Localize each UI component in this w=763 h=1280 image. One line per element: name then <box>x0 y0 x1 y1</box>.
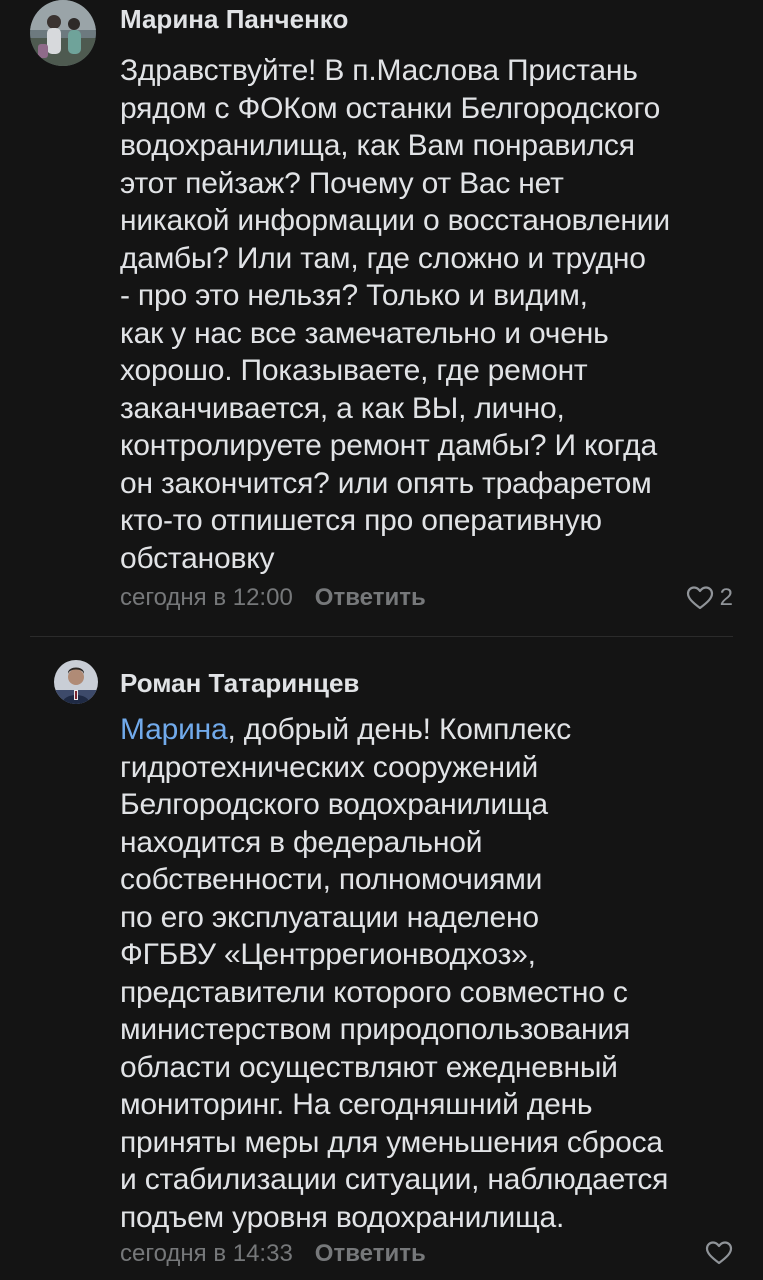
comment-text-line: он закончится? или опять трафаретом <box>120 466 652 500</box>
comment-text-line: Белгородского водохранилища <box>120 788 548 821</box>
comment-text-line: и стабилизации ситуации, наблюдается <box>120 1163 669 1196</box>
comment-text-line: собственности, полномочиями <box>120 863 543 896</box>
like-button[interactable]: 2 <box>686 584 733 612</box>
comment-text-line: хорошо. Показываете, где ремонт <box>120 354 588 387</box>
comment-text-line: ФГБВУ «Центррегионводхоз», <box>120 938 536 971</box>
comment-text: Марина, добрый день! Комплекс гидротехни… <box>120 711 750 1236</box>
comment-text-line: по его эксплуатации наделено <box>120 900 539 934</box>
comment-text-line: рядом с ФОКом останки Белгородского <box>120 91 661 125</box>
comment-text-line: находится в федеральной <box>120 825 483 859</box>
comment-text-line: заканчивается, а как ВЫ, лично, <box>120 391 565 425</box>
comment-author[interactable]: Марина Панченко <box>120 4 348 35</box>
comment: Марина Панченко Здравствуйте! В п.Маслов… <box>0 0 763 636</box>
avatar-photo-icon <box>54 660 98 704</box>
comment-text-line: гидротехнических сооружений <box>120 750 539 784</box>
comment-text-line: Марина, добрый день! Комплекс <box>120 711 750 749</box>
comment-text-line: мониторинг. На сегодняшний день <box>120 1088 593 1121</box>
comment-text-line: - про это нельзя? Только и видим, <box>120 279 588 312</box>
comment-timestamp[interactable]: сегодня в 12:00 <box>120 584 293 611</box>
comment-text-line: подъем уровня водохранилища. <box>120 1200 565 1234</box>
comment-text-line: этот пейзаж? Почему от Вас нет <box>120 166 564 200</box>
heart-outline-icon <box>705 1240 733 1266</box>
comment-meta: сегодня в 14:33 Ответить <box>120 1240 426 1268</box>
avatar[interactable] <box>30 0 96 66</box>
comment-text-line: контролируете ремонт дамбы? И когда <box>120 429 657 462</box>
comment-text-line: кто-то отпишется про оперативную <box>120 504 602 537</box>
reply-button[interactable]: Ответить <box>315 1240 426 1267</box>
comment-author[interactable]: Роман Татаринцев <box>120 668 359 699</box>
comment-text-fragment: , добрый день! Комплекс <box>227 713 572 746</box>
comment-text-line: водохранилища, как Вам понравился <box>120 129 635 162</box>
comment-text-line: министерством природопользования <box>120 1013 631 1046</box>
like-button[interactable] <box>705 1240 733 1266</box>
comment-timestamp[interactable]: сегодня в 14:33 <box>120 1240 293 1267</box>
comment: Роман Татаринцев Марина, добрый день! Ко… <box>0 652 763 1280</box>
reply-button[interactable]: Ответить <box>315 584 426 611</box>
comment-text-line: дамбы? Или там, где сложно и трудно <box>120 241 646 275</box>
comment-text-line: обстановку <box>120 541 275 575</box>
comment-text-line: Здравствуйте! В п.Маслова Пристань <box>120 54 638 87</box>
mention-link[interactable]: Марина <box>120 713 228 746</box>
comment-text-line: никакой информации о восстановлении <box>120 204 670 237</box>
comment-meta: сегодня в 12:00 Ответить <box>120 584 426 612</box>
avatar-photo-icon <box>30 0 96 66</box>
like-count: 2 <box>719 584 733 611</box>
comment-text-line: как у нас все замечательно и очень <box>120 316 609 350</box>
avatar[interactable] <box>54 660 98 704</box>
comment-text-line: представители которого совместно с <box>120 975 628 1009</box>
comment-divider <box>30 636 733 637</box>
comments-page: Марина Панченко Здравствуйте! В п.Маслов… <box>0 0 763 1280</box>
comment-text-line: области осуществляют ежедневный <box>120 1050 618 1084</box>
heart-outline-icon <box>686 585 714 611</box>
comment-text: Здравствуйте! В п.Маслова Пристань рядом… <box>120 52 750 577</box>
comment-text-line: приняты меры для уменьшения сброса <box>120 1125 663 1159</box>
